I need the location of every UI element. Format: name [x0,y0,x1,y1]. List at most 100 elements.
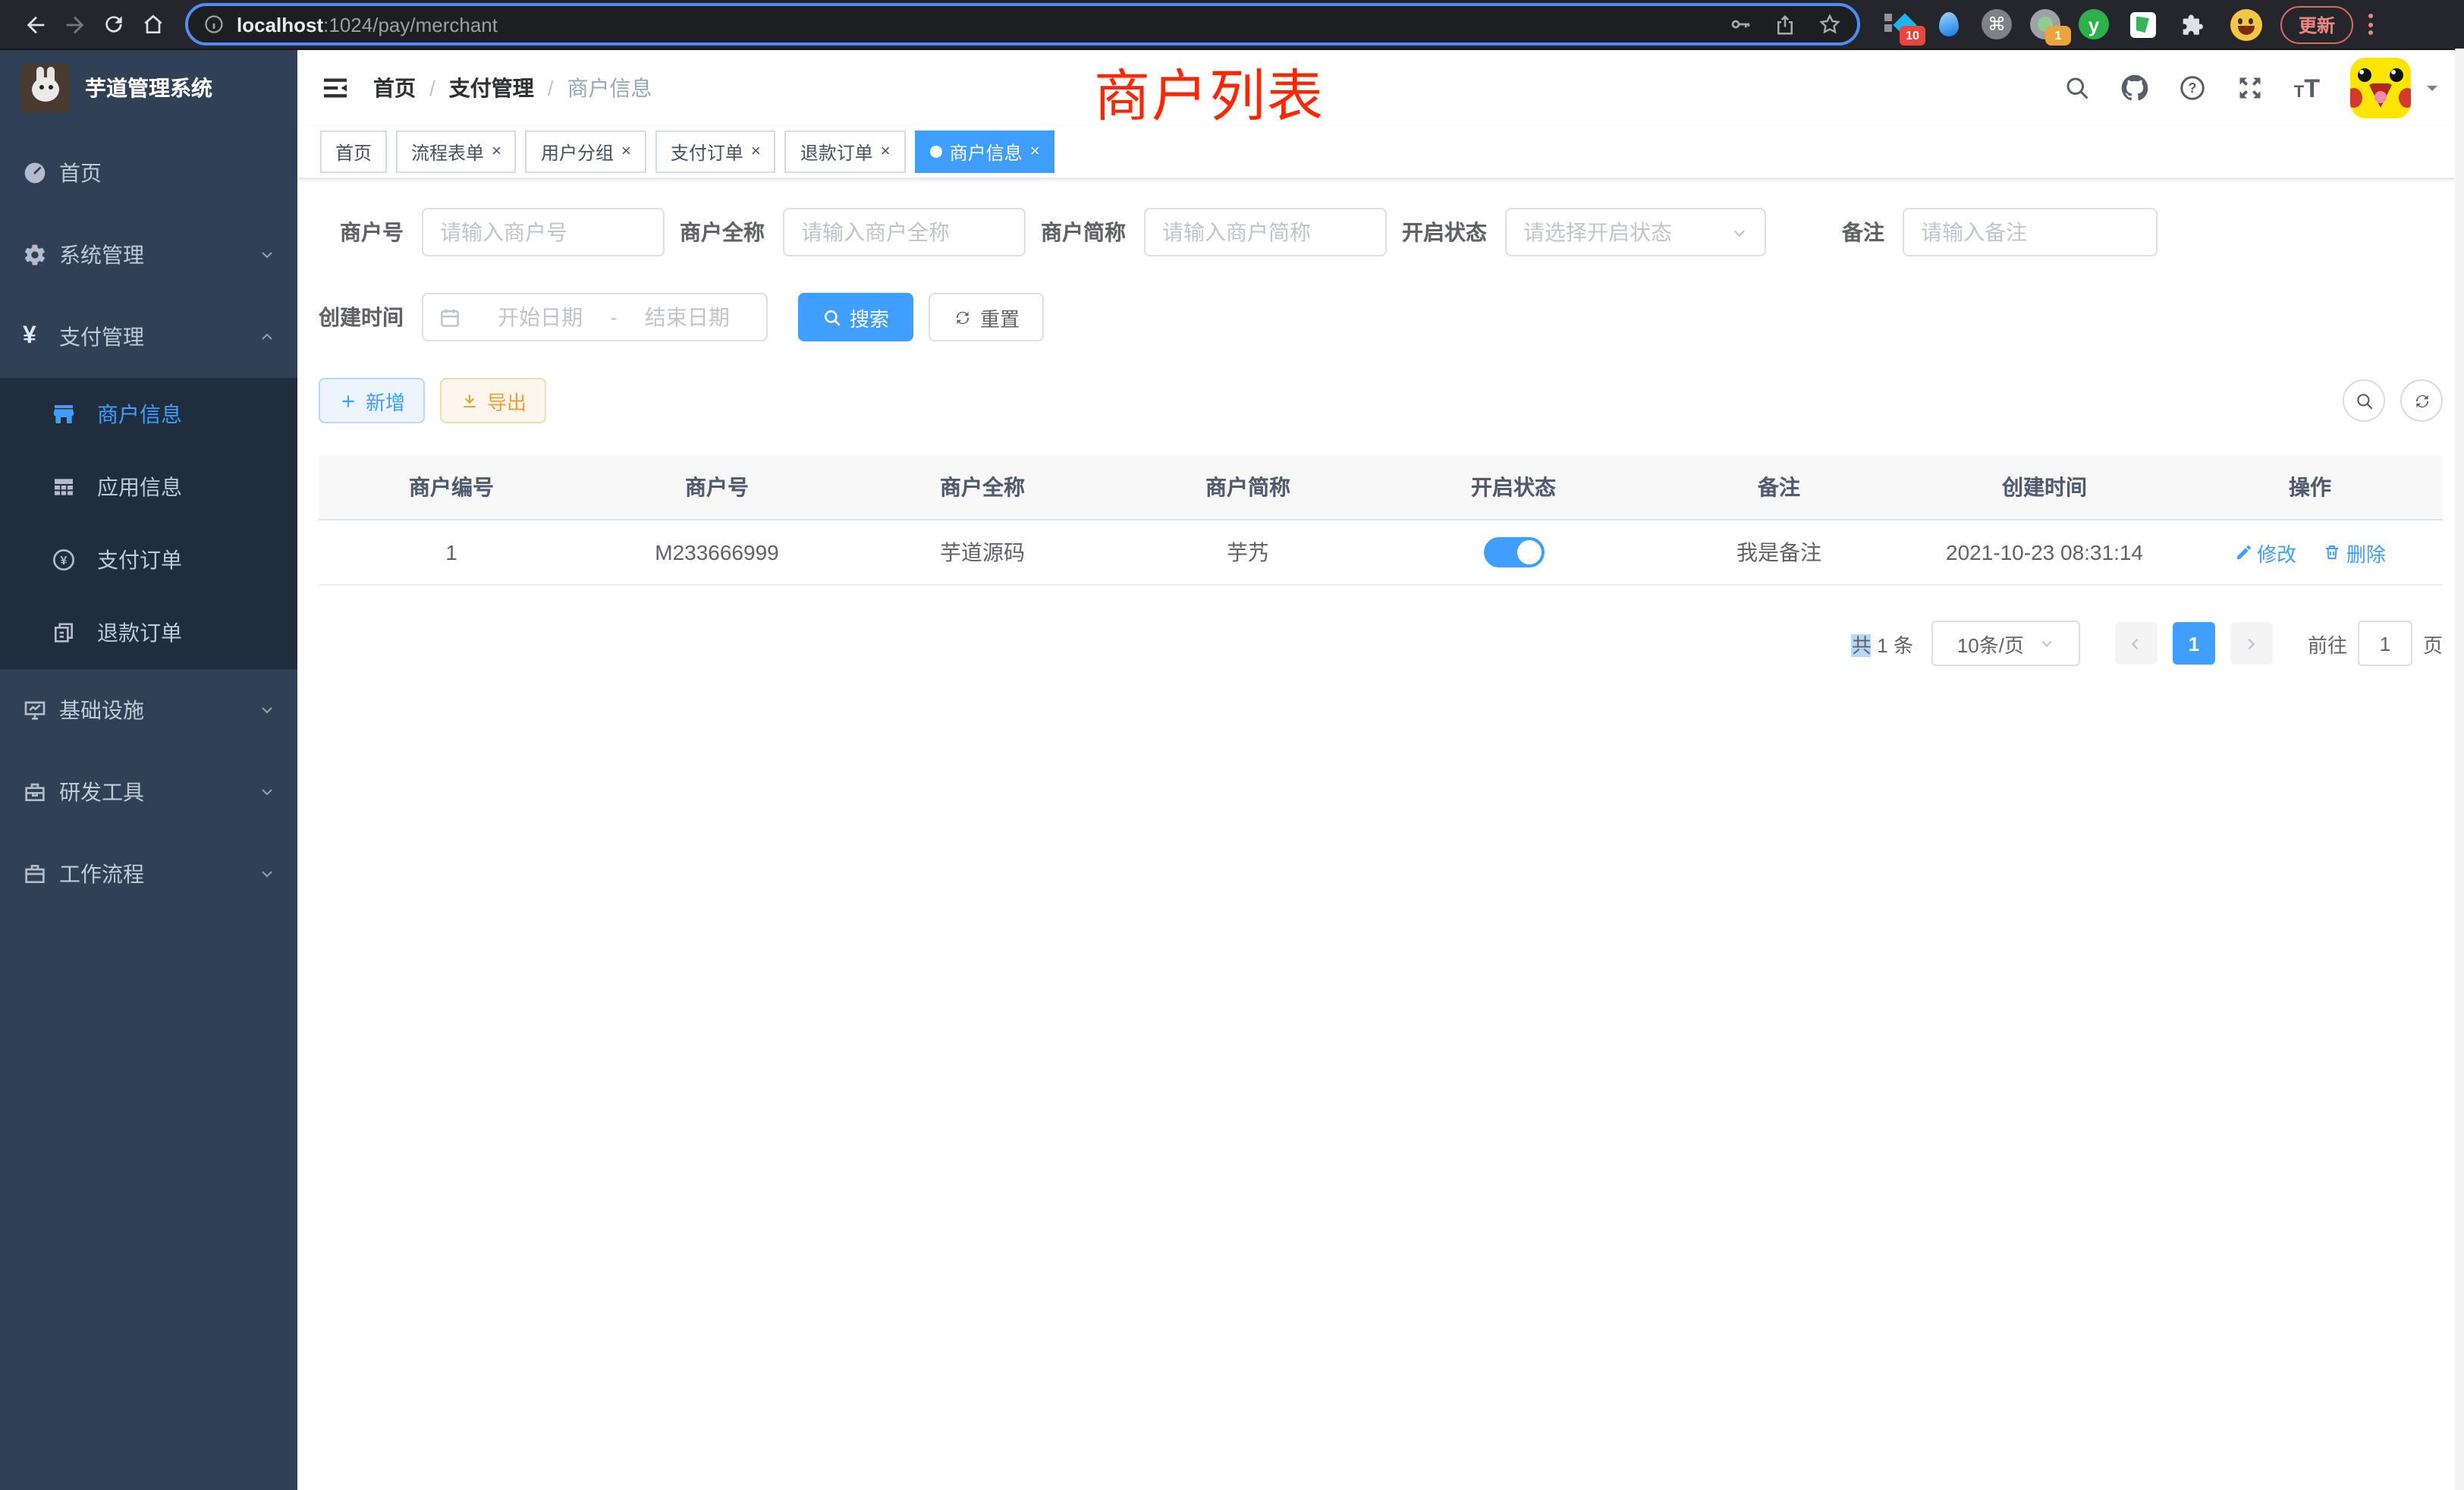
end-date-placeholder: 结束日期 [624,302,751,332]
fullscreen-icon[interactable] [2236,74,2264,102]
toggle-search-button[interactable] [2343,379,2385,422]
sidebar-logo-row[interactable]: 芋道管理系统 [0,50,297,126]
full-name-input[interactable]: 请输入商户全称 [783,208,1026,256]
search-icon[interactable] [2063,74,2091,102]
monitor-icon [23,698,47,722]
screen: localhost:1024/pay/merchant 10 [0,0,2464,1490]
edit-link[interactable]: 修改 [2234,538,2296,567]
sidebar-item-system[interactable]: 系统管理 [0,214,297,296]
extension-balloon-icon[interactable] [1933,9,1963,39]
sidebar-item-pay-order[interactable]: ¥ 支付订单 [0,523,297,596]
tab-process-form[interactable]: 流程表单× [396,130,517,173]
browser-menu-icon[interactable] [2368,14,2373,35]
sidebar-item-infra[interactable]: 基础设施 [0,669,297,751]
sidebar-item-dev-tools[interactable]: 研发工具 [0,751,297,833]
browser-home-icon[interactable] [134,5,173,44]
filter-create-time: 创建时间 开始日期 - 结束日期 [319,293,768,341]
sidebar-item-label: 首页 [59,158,102,188]
browser-reload-icon[interactable] [94,5,134,44]
sidebar-menu: 首页 系统管理 ¥ 支付管理 [0,132,297,915]
chevron-down-icon [1731,224,1748,240]
password-key-icon[interactable] [1728,12,1752,36]
close-icon[interactable]: × [492,143,501,160]
range-separator: - [604,305,623,329]
browser-profile-avatar[interactable] [2230,8,2262,40]
extension-diamond-icon[interactable]: 10 [1884,9,1915,39]
dashboard-icon [23,161,47,185]
browser-toolbar: localhost:1024/pay/merchant 10 [0,0,2464,50]
browser-back-icon[interactable] [15,5,55,44]
breadcrumb-home[interactable]: 首页 [373,73,416,103]
status-select[interactable]: 请选择开启状态 [1505,208,1766,256]
current-page[interactable]: 1 [2173,622,2215,665]
font-size-icon[interactable]: TT [2294,75,2320,101]
user-avatar[interactable] [2350,58,2411,118]
total-count: 共 1 条 [1852,629,1913,658]
share-icon[interactable] [1774,13,1796,36]
cell-status [1381,520,1646,585]
field-label: 商户简称 [1041,217,1144,247]
tab-merchant-info[interactable]: 商户信息× [915,130,1055,173]
export-button[interactable]: 导出 [440,378,546,423]
sidebar-item-home[interactable]: 首页 [0,132,297,214]
svg-text:?: ? [2188,80,2196,96]
extension-command-icon[interactable]: ⌘ [1982,9,2012,39]
extension-badge: 10 [1900,26,1925,46]
goto-page-input[interactable]: 1 [2358,621,2412,666]
bookmark-star-icon[interactable] [1818,12,1842,36]
breadcrumb-pay[interactable]: 支付管理 [449,73,534,103]
refresh-table-button[interactable] [2400,379,2443,422]
page-size-select[interactable]: 10条/页 [1931,621,2080,666]
extension-doc-icon[interactable] [2127,9,2158,39]
browser-extensions: 10 ⌘ 1 y [1884,8,2262,40]
col-merchant-no: 商户号 [584,455,850,520]
page-scrollbar[interactable] [2455,49,2464,1490]
tab-refund-order[interactable]: 退款订单× [785,130,906,173]
remark-input[interactable]: 请输入备注 [1903,208,2158,256]
merchant-no-input[interactable]: 请输入商户号 [422,208,665,256]
avatar-caret-icon[interactable] [2423,79,2441,97]
sidebar-item-app-info[interactable]: 应用信息 [0,451,297,523]
table-header-row: 商户编号 商户号 商户全称 商户简称 开启状态 备注 创建时间 操作 [319,455,2443,520]
browser-update-button[interactable]: 更新 [2280,5,2353,43]
breadcrumb: 首页 / 支付管理 / 商户信息 [373,73,652,103]
chevron-down-icon [258,865,276,883]
sidebar-item-pay[interactable]: ¥ 支付管理 [0,296,297,378]
sidebar-item-label: 研发工具 [59,777,144,807]
address-bar[interactable]: localhost:1024/pay/merchant [185,3,1860,46]
sidebar-fold-icon[interactable] [320,73,350,103]
github-icon[interactable] [2121,74,2148,102]
sidebar-item-workflow[interactable]: 工作流程 [0,833,297,915]
search-button[interactable]: 搜索 [798,293,913,341]
extension-status-icon[interactable]: 1 [2030,9,2060,39]
close-icon[interactable]: × [751,143,761,160]
prev-page-button[interactable] [2115,622,2158,665]
col-short-name: 商户简称 [1115,455,1381,520]
reset-button[interactable]: 重置 [929,293,1044,341]
next-page-button[interactable] [2230,622,2273,665]
sidebar-item-label: 系统管理 [59,240,144,270]
sidebar-item-label: 支付订单 [97,545,182,575]
page-content: 商户号 请输入商户号 商户全称 请输入商户全称 商户简称 请输入商户简称 开启状… [297,179,2464,1490]
chevron-down-icon [258,783,276,801]
help-icon[interactable]: ? [2179,74,2206,102]
pagination: 共 1 条 10条/页 1 前往 [319,621,2443,666]
date-range-picker[interactable]: 开始日期 - 结束日期 [422,293,768,341]
close-icon[interactable]: × [621,143,631,160]
add-button[interactable]: 新增 [319,378,425,423]
extensions-puzzle-icon[interactable] [2176,9,2206,39]
delete-link[interactable]: 删除 [2324,538,2386,567]
sidebar-item-merchant-info[interactable]: 商户信息 [0,378,297,451]
sidebar-item-refund-order[interactable]: 退款订单 [0,596,297,669]
site-info-icon[interactable] [203,14,225,35]
tab-user-group[interactable]: 用户分组× [526,130,646,173]
status-toggle[interactable] [1483,537,1544,567]
tab-home[interactable]: 首页 [320,130,387,173]
tab-pay-order[interactable]: 支付订单× [655,130,776,173]
close-icon[interactable]: × [1030,143,1040,160]
close-icon[interactable]: × [881,143,891,160]
short-name-input[interactable]: 请输入商户简称 [1144,208,1387,256]
extension-y-icon[interactable]: y [2079,9,2109,39]
browser-forward-icon[interactable] [55,5,94,44]
yen-circle-icon: ¥ [52,548,76,572]
